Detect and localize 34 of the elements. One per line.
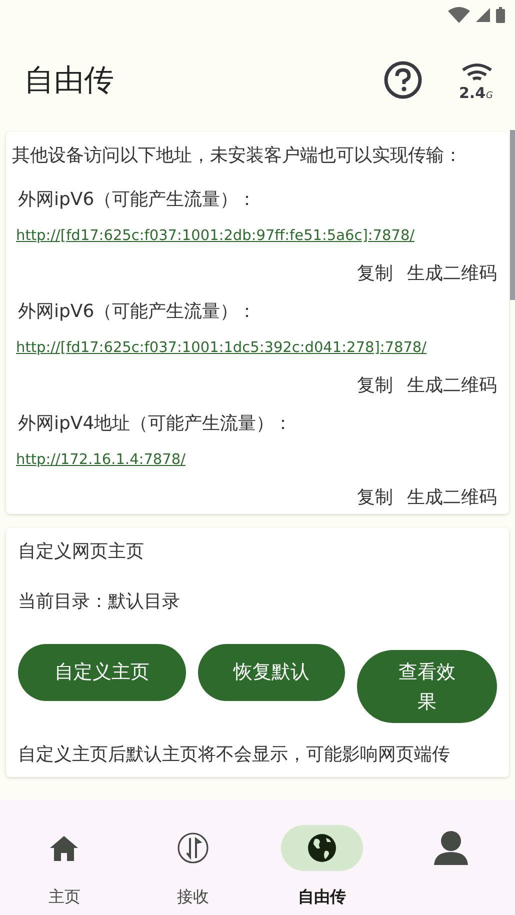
intro-text: 其他设备访问以下地址，未安装客户端也可以实现传输： [12,144,463,168]
address-link[interactable]: http://[fd17:625c:f037:1001:2db:97ff:fe51:5a6c]:7878/ [12,226,419,246]
home-icon [50,835,78,861]
action-button[interactable]: 恢复默认 [198,644,346,701]
arrows-circle-icon [177,832,210,864]
address-label: 外网ipV6（可能产生流量）： [17,300,258,324]
person-icon [432,830,469,866]
screen-title: 自由传 [24,62,115,100]
text-button[interactable]: 生成二维码 [407,374,497,398]
address-label: 外网ipV6（可能产生流量）： [17,188,258,212]
help-icon[interactable] [383,60,423,100]
text-button[interactable]: 复制 [357,262,393,286]
action-button[interactable]: 查看效果 [357,650,497,723]
current-directory: 当前目录：默认目录 [18,590,181,614]
nav-label: 接收 [177,886,210,908]
nav-tab[interactable]: 主页 [0,800,129,915]
nav-label: 自由传 [298,886,346,908]
text-button[interactable]: 生成二维码 [407,262,497,286]
battery-icon [496,7,505,23]
nav-tab[interactable]: 接收 [128,800,258,915]
text-button[interactable]: 复制 [357,374,393,398]
address-label: 外网ipV4地址（可能产生流量）： [17,412,294,436]
text-button[interactable]: 复制 [357,486,393,510]
cell-signal-icon [476,8,490,22]
address-link[interactable]: http://[fd17:625c:f037:1001:1dc5:392c:d041:278]:7878/ [12,338,431,358]
wifi-signal-icon [448,7,470,23]
action-button[interactable]: 自定义主页 [18,644,186,701]
address-link[interactable]: http://172.16.1.4:7878/ [12,450,190,470]
nav-label: 主页 [48,886,80,908]
globe-icon [306,833,337,863]
text-button[interactable]: 生成二维码 [407,486,497,510]
note-text: 自定义主页后默认主页将不会显示，可能影响网页端传 [18,743,451,767]
section-title: 自定义网页主页 [18,540,145,564]
nav-tab[interactable]: 自由传 [258,800,386,915]
